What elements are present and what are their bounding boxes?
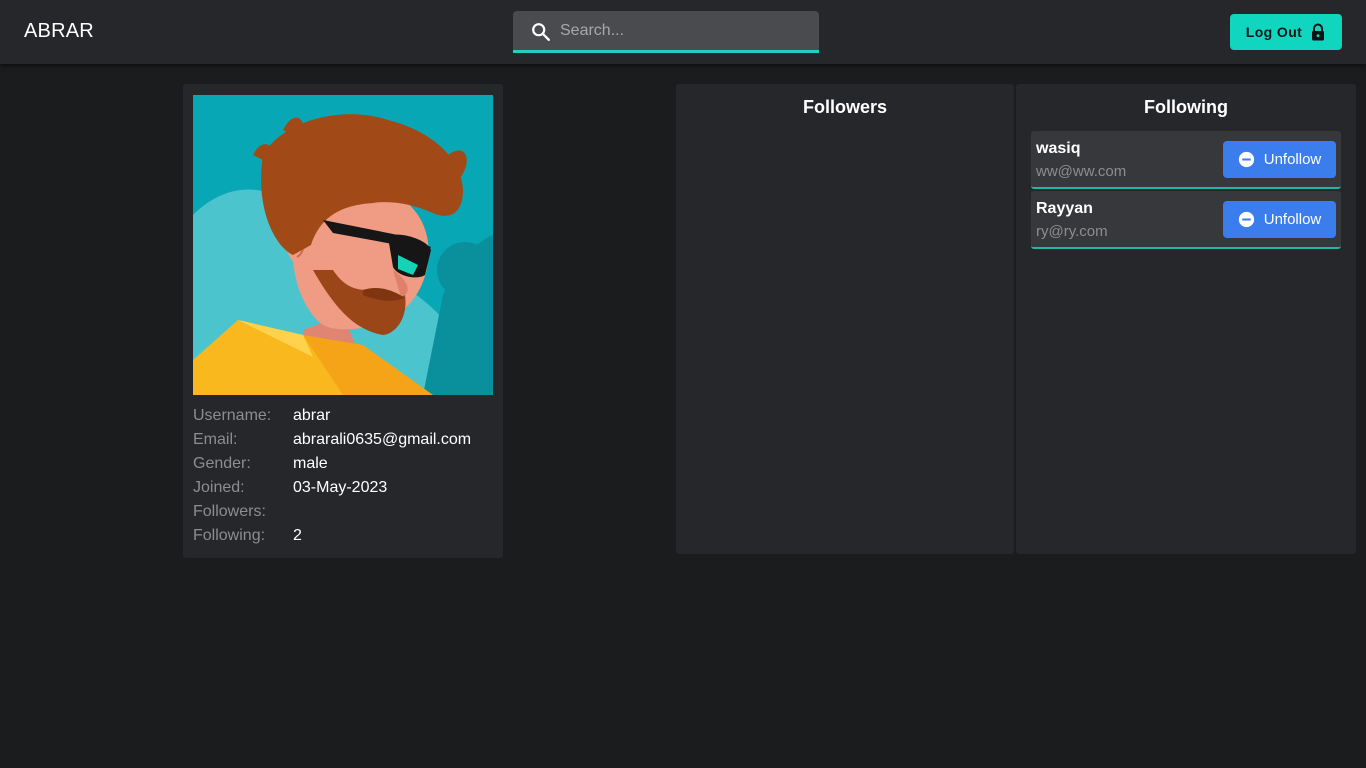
profile-following-row: Following: 2 xyxy=(193,524,493,548)
search-box[interactable] xyxy=(513,11,819,53)
profile-followers-row: Followers: xyxy=(193,500,493,524)
user-email: ww@ww.com xyxy=(1036,163,1127,180)
following-item: Rayyan ry@ry.com Unfollow xyxy=(1031,191,1341,249)
followers-panel: Followers xyxy=(676,84,1014,554)
search-icon xyxy=(532,23,550,41)
field-value: 2 xyxy=(293,527,302,544)
unfollow-label: Unfollow xyxy=(1263,211,1322,228)
user-name[interactable]: Rayyan xyxy=(1036,200,1093,218)
followers-title: Followers xyxy=(802,97,887,117)
following-panel: Following wasiq ww@ww.com Unfollow Rayya… xyxy=(1016,84,1356,554)
profile-avatar xyxy=(193,95,493,395)
unfollow-label: Unfollow xyxy=(1263,151,1322,168)
field-label: Username: xyxy=(193,407,272,424)
top-app-bar: ABRAR Log Out xyxy=(0,0,1366,64)
minus-circle-icon xyxy=(1238,151,1254,168)
field-label: Following: xyxy=(193,527,266,544)
user-email: ry@ry.com xyxy=(1036,223,1108,240)
following-title: Following xyxy=(1144,97,1228,117)
profile-email-row: Email: abrarali0635@gmail.com xyxy=(193,428,493,452)
profile-gender-row: Gender: male xyxy=(193,452,493,476)
profile-username-row: Username: abrar xyxy=(193,404,493,428)
field-value: male xyxy=(293,455,328,472)
unfollow-button[interactable]: Unfollow xyxy=(1223,201,1336,238)
logout-label: Log Out xyxy=(1245,24,1303,40)
field-value: abrarali0635@gmail.com xyxy=(293,431,472,448)
user-name[interactable]: wasiq xyxy=(1036,140,1080,158)
following-item: wasiq ww@ww.com Unfollow xyxy=(1031,131,1341,189)
field-value: abrar xyxy=(293,407,331,424)
profile-joined-row: Joined: 03-May-2023 xyxy=(193,476,493,500)
field-label: Joined: xyxy=(193,479,245,496)
app-brand[interactable]: ABRAR xyxy=(24,20,94,43)
unfollow-button[interactable]: Unfollow xyxy=(1223,141,1336,178)
profile-info: Username: abrar Email: abrarali0635@gmai… xyxy=(193,404,493,548)
field-label: Followers: xyxy=(193,503,266,520)
field-label: Gender: xyxy=(193,455,251,472)
lock-icon xyxy=(1312,23,1325,41)
field-value: 03-May-2023 xyxy=(293,479,388,496)
profile-card: Username: abrar Email: abrarali0635@gmai… xyxy=(183,84,503,558)
logout-button[interactable]: Log Out xyxy=(1230,14,1342,50)
minus-circle-icon xyxy=(1238,211,1254,228)
field-label: Email: xyxy=(193,431,238,448)
search-input[interactable] xyxy=(560,19,800,43)
